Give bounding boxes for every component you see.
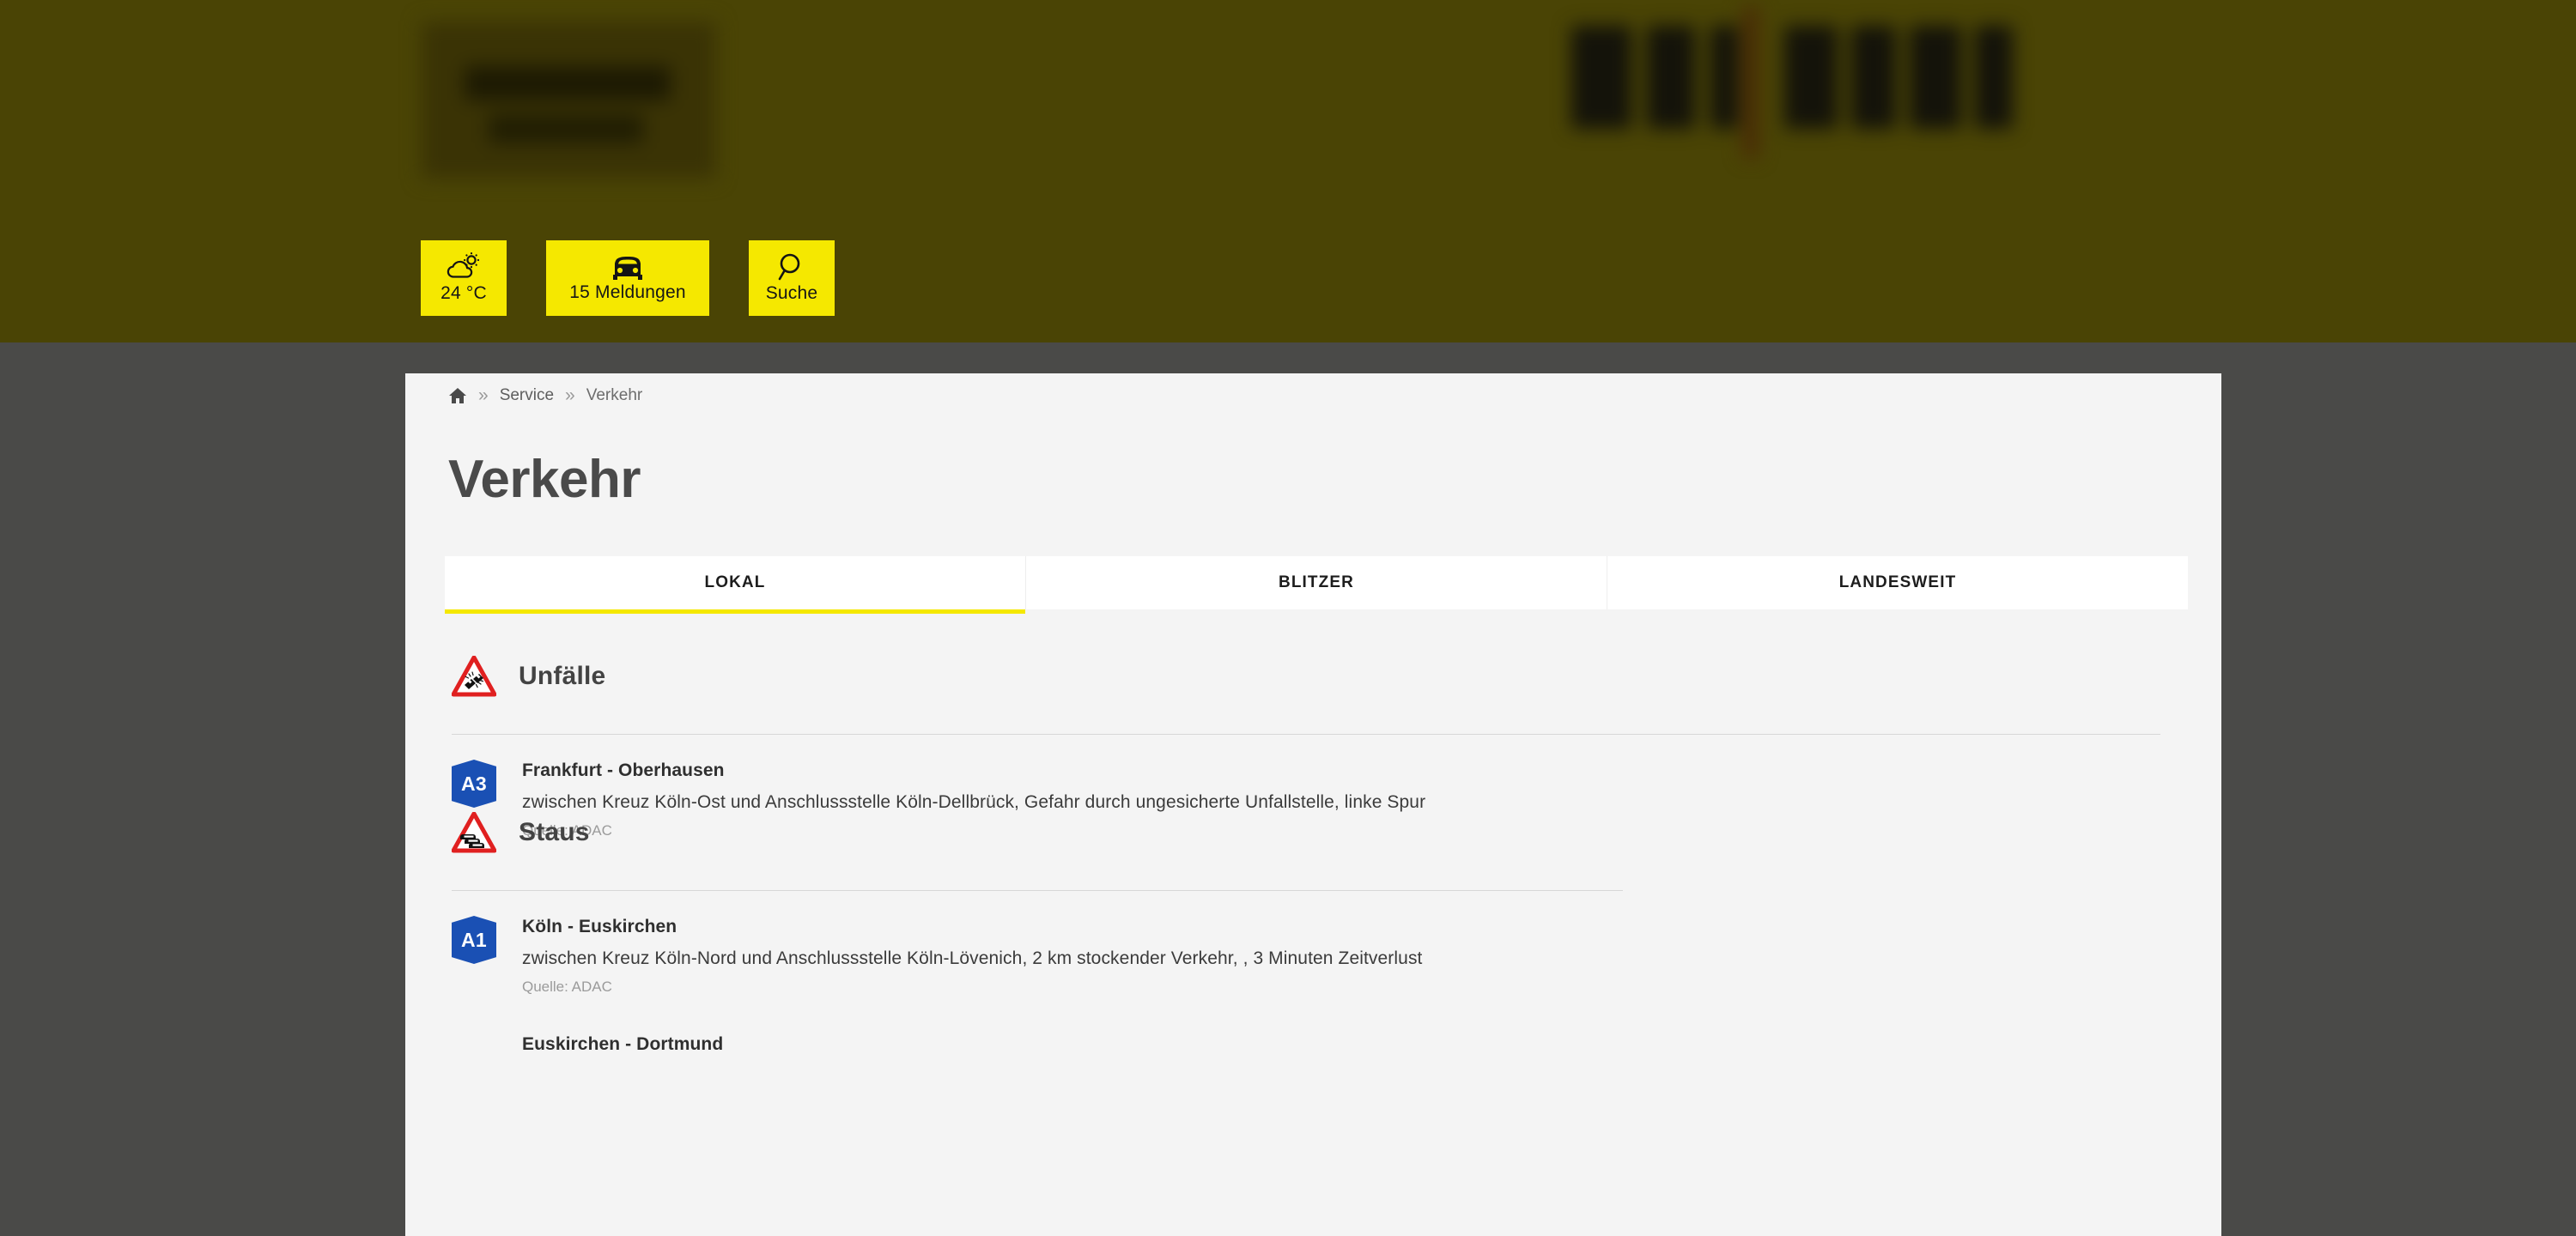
traffic-entry[interactable]: Euskirchen - Dortmund [405,996,2221,1082]
wordmark-glyph [1571,26,1631,129]
entry-source: Quelle: ADAC [522,978,1422,996]
traffic-tabs: LOKAL BLITZER LANDESWEIT [445,556,2188,609]
breadcrumb: » Service » Verkehr [448,385,642,406]
road-number: A1 [452,916,496,964]
breadcrumb-separator: » [478,385,489,406]
tab-label: LOKAL [705,573,766,592]
entry-description: zwischen Kreuz Köln-Nord und Anschlussst… [522,948,1422,969]
logo-line-1 [465,66,671,100]
entry-body: Köln - Euskirchen zwischen Kreuz Köln-No… [522,916,1422,996]
search-icon [776,252,807,282]
entry-body: Euskirchen - Dortmund [522,1033,723,1082]
wordmark-glyph [1975,26,2013,129]
section-staus: Staus A1 Köln - Euskirchen zwischen Kreu… [405,793,2221,1082]
weather-button[interactable]: 24 °C [421,240,507,316]
home-icon[interactable] [448,387,467,404]
section-header: Staus [405,793,2221,872]
entry-route: Euskirchen - Dortmund [522,1034,723,1055]
section-title: Staus [519,818,590,847]
section-header: Unfälle [405,637,2221,716]
traffic-jam-warning-sign-icon [452,812,496,853]
station-wordmark [1571,26,2138,129]
site-header: 24 °C 15 Meldungen [0,0,2576,342]
accident-warning-sign-icon [452,656,496,697]
station-logo[interactable] [421,21,717,179]
page-title: Verkehr [448,449,641,510]
traffic-entry[interactable]: A1 Köln - Euskirchen zwischen Kreuz Köln… [405,891,2221,996]
wordmark-glyph [1784,26,1838,129]
header-brand-row [0,0,2576,215]
traffic-messages-button[interactable]: 15 Meldungen [546,240,709,316]
weather-temperature-label: 24 °C [440,283,487,304]
tab-label: BLITZER [1279,573,1354,592]
autobahn-shield: A1 [452,916,496,964]
tab-landesweit[interactable]: LANDESWEIT [1607,556,2188,609]
entry-route: Köln - Euskirchen [522,917,1422,937]
section-title: Unfälle [519,662,605,691]
wordmark-glyph [1647,26,1695,129]
wordmark-stripe [1743,7,1759,158]
logo-line-2 [489,114,643,143]
wordmark-glyph [1910,26,1961,129]
wordmark-glyph [1851,26,1896,129]
search-label: Suche [766,283,818,304]
weather-sun-cloud-icon [445,252,483,282]
tab-lokal[interactable]: LOKAL [445,556,1026,609]
traffic-messages-label: 15 Meldungen [569,282,686,303]
search-button[interactable]: Suche [749,240,835,316]
car-icon [610,253,646,281]
content-card: » Service » Verkehr Verkehr LOKAL BLITZE… [405,373,2221,1236]
breadcrumb-separator: » [565,385,575,406]
tab-blitzer[interactable]: BLITZER [1026,556,1607,609]
breadcrumb-item-service[interactable]: Service [500,386,554,405]
header-utility-bar: 24 °C 15 Meldungen [0,215,2576,342]
breadcrumb-item-verkehr[interactable]: Verkehr [586,386,642,405]
wordmark-glyph [1710,26,1738,129]
tab-label: LANDESWEIT [1839,573,1957,592]
entry-route: Frankfurt - Oberhausen [522,760,1425,781]
